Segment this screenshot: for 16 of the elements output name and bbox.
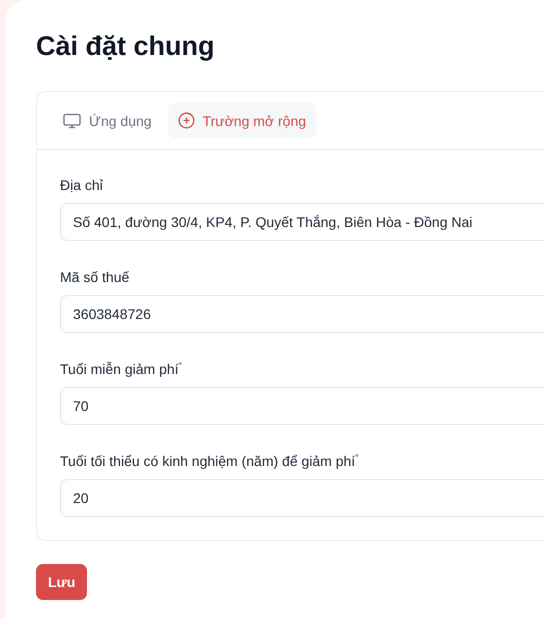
required-mark: * — [355, 452, 359, 462]
input-field[interactable]: 3603848726 — [60, 295, 544, 333]
input-field[interactable]: Số 401, đường 30/4, KP4, P. Quyết Thắng, Biên Hòa - Đồng Nai — [60, 203, 544, 241]
field-label: Tuổi tối thiểu có kinh nghiệm (năm) để giảm phí — [60, 453, 356, 469]
tab[interactable]: Trường mở rộng — [168, 103, 316, 138]
tab[interactable]: Ứng dụng — [53, 103, 162, 138]
field-label: Tuổi miễn giảm phí — [60, 361, 179, 377]
required-mark: * — [178, 360, 182, 370]
input-field[interactable]: 70 — [60, 387, 544, 425]
save-button[interactable]: Lưu — [36, 564, 88, 600]
input-field[interactable]: 20 — [60, 479, 544, 517]
plus-circle-icon — [178, 112, 195, 129]
monitor-icon — [63, 112, 81, 128]
page-title: Cài đặt chung — [36, 30, 216, 63]
field-label: Mã số thuế — [60, 269, 130, 285]
field-label: Địa chỉ — [60, 177, 103, 193]
